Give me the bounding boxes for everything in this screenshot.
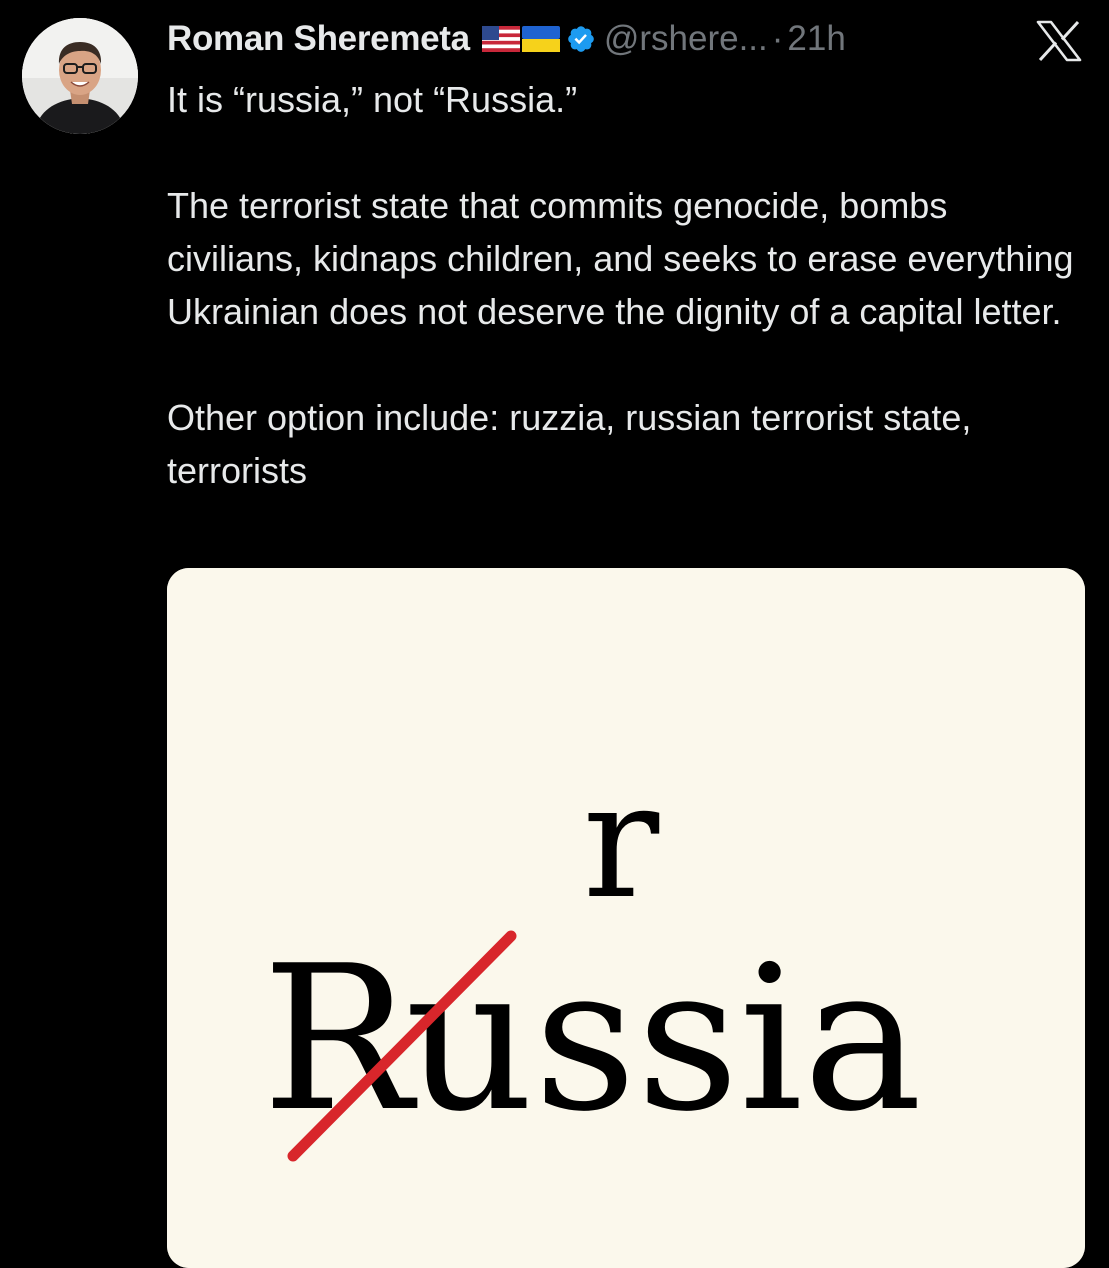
tweet-timestamp[interactable]: 21h	[787, 19, 845, 59]
tweet-text-paragraph-3: Other option include: ruzzia, russian te…	[167, 397, 972, 491]
media-replacement-letter: r	[583, 747, 660, 934]
tweet-text: It is “russia,” not “Russia.” The terror…	[167, 73, 1092, 497]
header-separator: ·	[771, 19, 784, 58]
author-handle[interactable]: @rshere...	[604, 19, 768, 59]
avatar-image	[22, 18, 138, 134]
avatar[interactable]	[22, 18, 138, 134]
media-struck-letter: R	[262, 923, 418, 1156]
author-display-name[interactable]: Roman Sheremeta	[167, 19, 470, 59]
tweet[interactable]: Roman Sheremeta @rshere... · 21h It is “…	[0, 0, 1109, 1268]
verified-badge-icon	[566, 24, 596, 54]
tweet-header: Roman Sheremeta @rshere... · 21h	[167, 14, 846, 64]
tweet-text-paragraph-2: The terrorist state that commits genocid…	[167, 185, 1074, 332]
media-graphic: r R ussia	[167, 568, 1085, 1268]
author-flags	[481, 26, 560, 52]
tweet-media-image[interactable]: r R ussia	[167, 568, 1085, 1268]
tweet-text-paragraph-1: It is “russia,” not “Russia.”	[167, 79, 578, 120]
ukraine-flag-icon	[521, 26, 560, 52]
us-flag-icon	[481, 26, 520, 52]
x-logo-icon	[1036, 20, 1082, 62]
